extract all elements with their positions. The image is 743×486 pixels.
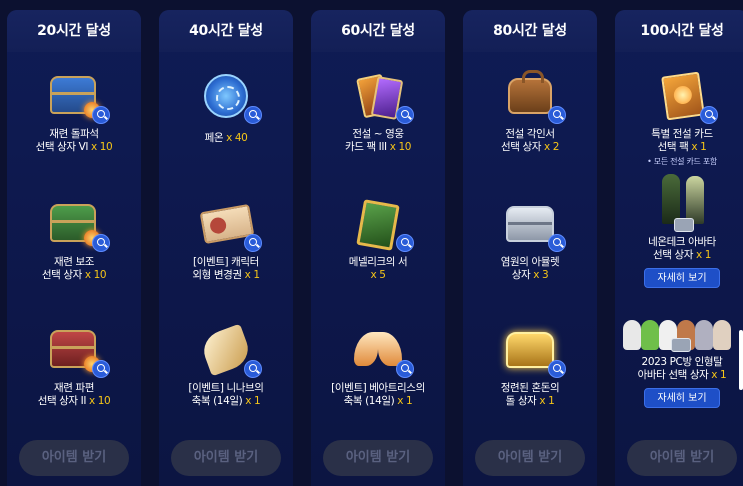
reward-columns: 20시간 달성 재련 돌파석 선택 상자 VI x 10 재련 보조 선택 상자… xyxy=(0,0,743,486)
scrollbar[interactable] xyxy=(739,330,743,390)
detail-button[interactable]: 자세히 보기 xyxy=(644,268,720,288)
item-name: 정련된 혼돈의 xyxy=(500,382,560,394)
zoom-icon[interactable] xyxy=(244,360,262,378)
reward-item: [이벤트] 니나브의 축복 (14일) x 1 xyxy=(159,323,293,408)
column-80h: 80시간 달성 전설 각인서 선택 상자 x 2 염원의 아뮬렛 상자 x 3 … xyxy=(463,10,597,486)
item-qty: x 5 xyxy=(370,269,386,281)
zoom-icon[interactable] xyxy=(396,360,414,378)
item-name-line2: 돌 상자 x 1 xyxy=(505,395,555,407)
zoom-icon[interactable] xyxy=(548,106,566,124)
item-name: 전설 ~ 영웅 xyxy=(352,128,404,140)
avatar-icon[interactable] xyxy=(652,174,712,232)
item-name-line2: 카드 팩 III x 10 xyxy=(344,141,411,153)
plush-avatar-icon[interactable] xyxy=(615,294,743,352)
item-name: [이벤트] 베아트리스의 xyxy=(331,382,425,394)
item-name-line2: 선택 상자 x 2 xyxy=(501,141,559,153)
column-header: 20시간 달성 xyxy=(7,10,141,52)
claim-button[interactable]: 아이템 받기 xyxy=(627,440,737,476)
card-pack-icon[interactable] xyxy=(348,70,414,124)
reward-item: 재련 보조 선택 상자 x 10 xyxy=(7,198,141,282)
reward-item: 재련 돌파석 선택 상자 VI x 10 xyxy=(7,70,141,154)
item-name: 염원의 아뮬렛 xyxy=(500,256,560,268)
chest-red-icon[interactable] xyxy=(44,324,110,378)
reward-item: 특별 전설 카드 선택 팩 x 1 • 모든 전설 카드 포함 xyxy=(615,70,743,167)
item-name-line2: 선택 상자 x 1 xyxy=(653,249,711,261)
reward-item: 2023 PC방 인형탈 아바타 선택 상자 x 1 자세히 보기 xyxy=(615,294,743,408)
zoom-icon[interactable] xyxy=(244,106,262,124)
item-name: [이벤트] 니나브의 xyxy=(188,382,264,394)
wings-icon[interactable] xyxy=(348,324,414,378)
item-name: 2023 PC방 인형탈 xyxy=(641,356,723,368)
item-name-line2: 선택 상자 x 10 xyxy=(41,269,107,281)
detail-button[interactable]: 자세히 보기 xyxy=(644,388,720,408)
column-header: 100시간 달성 xyxy=(615,10,743,52)
item-name-line2: 축복 (14일) x 1 xyxy=(343,395,413,407)
item-name-line2: 선택 상자 II x 10 xyxy=(37,395,111,407)
ticket-icon[interactable] xyxy=(196,198,262,252)
claim-button[interactable]: 아이템 받기 xyxy=(323,440,433,476)
item-name-line2: 선택 팩 x 1 xyxy=(657,141,707,153)
item-name: 전설 각인서 xyxy=(505,128,555,140)
column-header: 40시간 달성 xyxy=(159,10,293,52)
item-name: 메넬리크의 서 xyxy=(348,256,408,268)
item-name: [이벤트] 캐릭터 xyxy=(193,256,259,268)
reward-item: [이벤트] 베아트리스의 축복 (14일) x 1 xyxy=(311,324,445,408)
column-header: 60시간 달성 xyxy=(311,10,445,52)
column-header: 80시간 달성 xyxy=(463,10,597,52)
book-icon[interactable] xyxy=(652,70,718,124)
zoom-icon[interactable] xyxy=(548,234,566,252)
zoom-icon[interactable] xyxy=(92,106,110,124)
item-name-line2: 선택 상자 VI x 10 xyxy=(35,141,113,153)
bag-icon[interactable] xyxy=(500,70,566,124)
column-40h: 40시간 달성 페온 x 40 [이벤트] 캐릭터 외형 변경권 x 1 [이벤… xyxy=(159,10,293,486)
chest-blue-icon[interactable] xyxy=(44,70,110,124)
reward-item: 네온테크 아바타 선택 상자 x 1 자세히 보기 xyxy=(615,174,743,288)
reward-item: 정련된 혼돈의 돌 상자 x 1 xyxy=(463,324,597,408)
zoom-icon[interactable] xyxy=(548,360,566,378)
item-name: 특별 전설 카드 xyxy=(651,128,713,140)
zoom-icon[interactable] xyxy=(396,234,414,252)
green-book-icon[interactable] xyxy=(348,198,414,252)
item-name: 재련 파편 xyxy=(54,382,94,394)
chest-green-icon[interactable] xyxy=(44,198,110,252)
claim-button[interactable]: 아이템 받기 xyxy=(19,440,129,476)
item-name: 재련 보조 xyxy=(54,256,94,268)
item-name: 재련 돌파석 xyxy=(49,128,99,140)
reward-item: 전설 각인서 선택 상자 x 2 xyxy=(463,70,597,154)
reward-item: 염원의 아뮬렛 상자 x 3 xyxy=(463,198,597,282)
item-name: 네온테크 아바타 xyxy=(648,236,716,248)
item-name-line2: 상자 x 3 xyxy=(511,269,549,281)
item-name-line2: 아바타 선택 상자 x 1 xyxy=(637,369,727,381)
zoom-icon[interactable] xyxy=(700,106,718,124)
zoom-icon[interactable] xyxy=(92,234,110,252)
zoom-icon[interactable] xyxy=(92,360,110,378)
reward-item: 페온 x 40 xyxy=(159,70,293,145)
silver-chest-icon[interactable] xyxy=(500,198,566,252)
zoom-icon[interactable] xyxy=(396,106,414,124)
item-name: 페온 x 40 xyxy=(204,132,248,144)
claim-button[interactable]: 아이템 받기 xyxy=(171,440,281,476)
claim-button[interactable]: 아이템 받기 xyxy=(475,440,585,476)
item-name-line2: 축복 (14일) x 1 xyxy=(191,395,261,407)
item-name-line2: 외형 변경권 x 1 xyxy=(192,269,260,281)
column-60h: 60시간 달성 전설 ~ 영웅 카드 팩 III x 10 메넬리크의 서 x … xyxy=(311,10,445,486)
reward-item: [이벤트] 캐릭터 외형 변경권 x 1 xyxy=(159,198,293,282)
reward-item: 재련 파편 선택 상자 II x 10 xyxy=(7,324,141,408)
pheon-coin-icon[interactable] xyxy=(196,70,262,124)
column-20h: 20시간 달성 재련 돌파석 선택 상자 VI x 10 재련 보조 선택 상자… xyxy=(7,10,141,486)
column-100h: 100시간 달성 특별 전설 카드 선택 팩 x 1 • 모든 전설 카드 포함… xyxy=(615,10,743,486)
wing-icon[interactable] xyxy=(196,323,262,378)
reward-item: 메넬리크의 서 x 5 xyxy=(311,198,445,282)
zoom-icon[interactable] xyxy=(244,234,262,252)
gold-chest-icon[interactable] xyxy=(500,324,566,378)
reward-item: 전설 ~ 영웅 카드 팩 III x 10 xyxy=(311,70,445,154)
item-note: • 모든 전설 카드 포함 xyxy=(647,157,717,166)
